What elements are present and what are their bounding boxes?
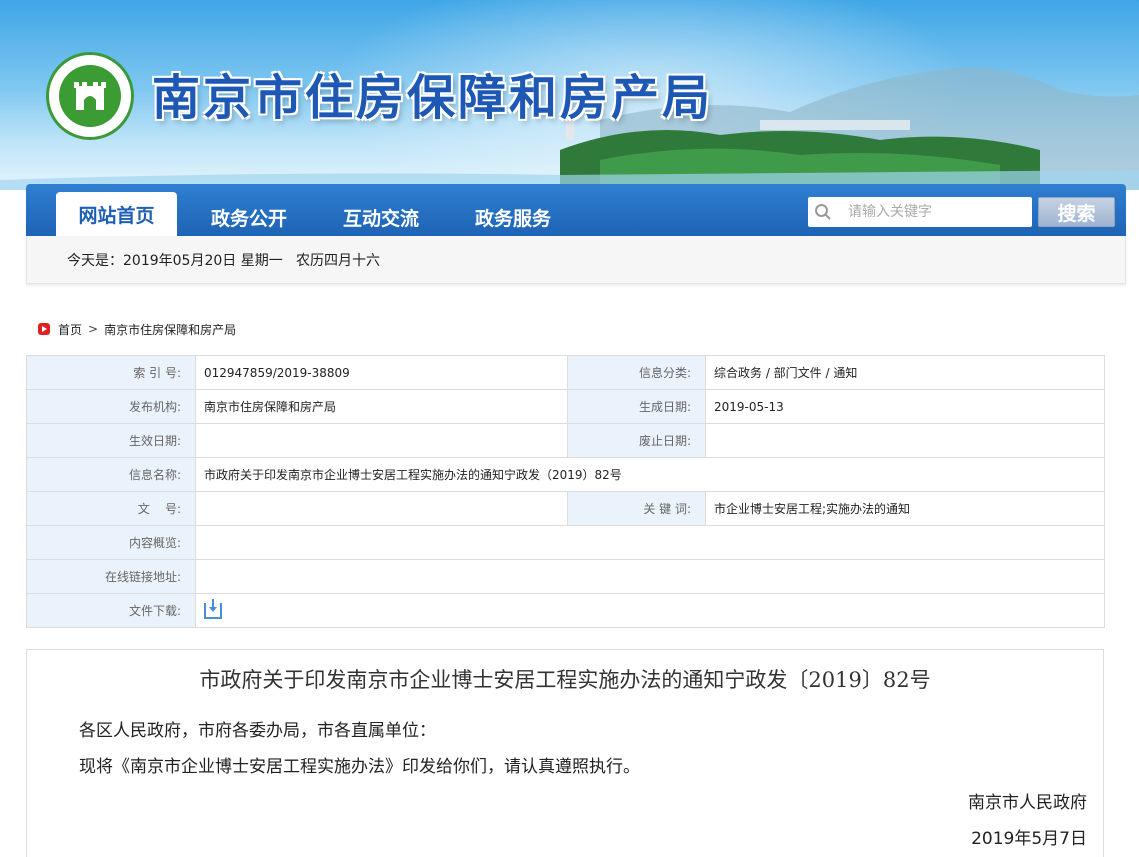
created-date-label: 生成日期: <box>567 389 706 424</box>
table-row: 信息名称: 市政府关于印发南京市企业博士安居工程实施办法的通知宁政发（2019）… <box>26 457 1105 492</box>
article: 市政府关于印发南京市企业博士安居工程实施办法的通知宁政发〔2019〕82号 各区… <box>26 649 1104 857</box>
online-link-value <box>195 559 1105 594</box>
effective-date-value <box>195 423 568 458</box>
site-title: 南京市住房保障和房产局 <box>152 70 714 126</box>
breadcrumb-current-link[interactable]: 南京市住房保障和房产局 <box>104 321 236 338</box>
summary-value <box>195 525 1105 560</box>
city-gate-icon <box>74 82 106 110</box>
site-logo[interactable] <box>46 52 134 140</box>
breadcrumb-home-link[interactable]: 首页 <box>58 321 82 338</box>
table-row: 文件下载: <box>26 593 1105 628</box>
main-nav: 网站首页 政务公开 互动交流 政务服务 搜索 <box>26 184 1126 236</box>
article-date: 2019年5月7日 <box>971 829 1087 849</box>
tab-interaction[interactable]: 互动交流 <box>326 198 436 236</box>
effective-date-label: 生效日期: <box>26 423 196 458</box>
table-row: 内容概览: <box>26 525 1105 560</box>
created-date-value: 2019-05-13 <box>705 389 1105 424</box>
table-row: 生效日期: 废止日期: <box>26 423 1105 458</box>
table-row: 在线链接地址: <box>26 559 1105 594</box>
index-value: 012947859/2019-38809 <box>195 355 568 390</box>
info-table: 索 引 号: 012947859/2019-38809 信息分类: 综合政务 /… <box>26 355 1105 628</box>
article-body: 现将《南京市企业博士安居工程实施办法》印发给你们，请认真遵照执行。 <box>79 757 640 777</box>
publisher-label: 发布机构: <box>26 389 196 424</box>
date-bar: 今天是：2019年05月20日 星期一 农历四月十六 <box>26 236 1126 284</box>
search-box <box>808 197 1032 227</box>
online-link-label: 在线链接地址: <box>26 559 196 594</box>
info-name-value: 市政府关于印发南京市企业博士安居工程实施办法的通知宁政发（2019）82号 <box>195 457 1105 492</box>
breadcrumb: 首页 > 南京市住房保障和房产局 <box>38 320 236 338</box>
search-icon <box>808 197 838 227</box>
index-label: 索 引 号: <box>26 355 196 390</box>
expire-date-label: 废止日期: <box>567 423 706 458</box>
doc-number-label: 文 号: <box>26 491 196 526</box>
home-icon <box>38 323 50 335</box>
tab-services[interactable]: 政务服务 <box>458 198 568 236</box>
category-value: 综合政务 / 部门文件 / 通知 <box>705 355 1105 390</box>
table-row: 索 引 号: 012947859/2019-38809 信息分类: 综合政务 /… <box>26 355 1105 390</box>
breadcrumb-separator: > <box>88 322 99 336</box>
today-date-text: 今天是：2019年05月20日 星期一 农历四月十六 <box>67 252 381 269</box>
doc-number-value <box>195 491 568 526</box>
keywords-value: 市企业博士安居工程;实施办法的通知 <box>705 491 1105 526</box>
info-name-label: 信息名称: <box>26 457 196 492</box>
article-title: 市政府关于印发南京市企业博士安居工程实施办法的通知宁政发〔2019〕82号 <box>199 668 931 692</box>
search-button[interactable]: 搜索 <box>1038 197 1115 227</box>
banner: 南京市住房保障和房产局 <box>0 0 1139 190</box>
tab-government-affairs[interactable]: 政务公开 <box>194 198 304 236</box>
category-label: 信息分类: <box>567 355 706 390</box>
table-row: 文 号: 关 键 词: 市企业博士安居工程;实施办法的通知 <box>26 491 1105 526</box>
article-signature: 南京市人民政府 <box>968 793 1087 813</box>
table-row: 发布机构: 南京市住房保障和房产局 生成日期: 2019-05-13 <box>26 389 1105 424</box>
summary-label: 内容概览: <box>26 525 196 560</box>
file-download-label: 文件下载: <box>26 593 196 628</box>
tab-home[interactable]: 网站首页 <box>56 192 177 236</box>
download-icon[interactable] <box>204 598 222 619</box>
article-salutation: 各区人民政府，市府各委办局，市各直属单位： <box>79 721 436 741</box>
publisher-value: 南京市住房保障和房产局 <box>195 389 568 424</box>
search-input[interactable] <box>838 198 1018 226</box>
keywords-label: 关 键 词: <box>567 491 706 526</box>
expire-date-value <box>705 423 1105 458</box>
file-download-cell <box>195 593 1105 628</box>
